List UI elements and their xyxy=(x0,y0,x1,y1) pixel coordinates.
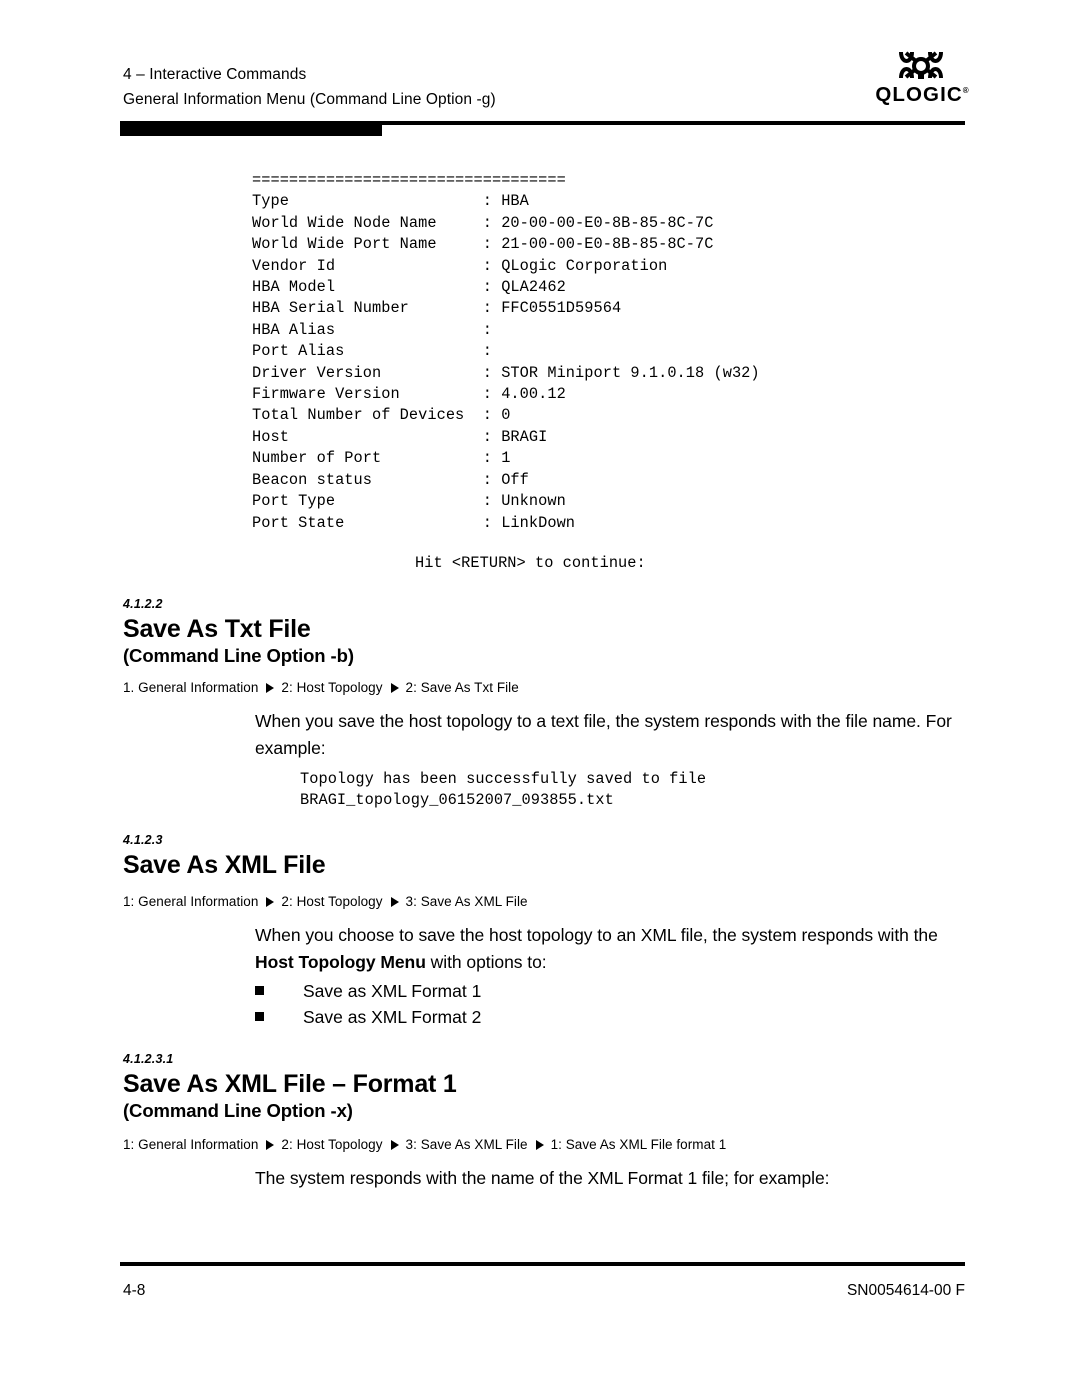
header-chapter-line: 4 – Interactive Commands xyxy=(123,66,307,83)
host-topology-menu-bold: Host Topology Menu xyxy=(255,952,426,972)
qlogic-symbol-icon xyxy=(898,50,944,80)
breadcrumb-separator-icon xyxy=(390,894,399,912)
breadcrumb-segment: 2: Save As Txt File xyxy=(405,680,519,695)
section-number-4122: 4.1.2.2 xyxy=(123,597,163,611)
breadcrumb-segment: 1: General Information xyxy=(123,894,259,909)
breadcrumb-separator-icon xyxy=(266,680,275,698)
hit-return-prompt: Hit <RETURN> to continue: xyxy=(415,554,646,572)
breadcrumb-separator-icon xyxy=(390,1137,399,1155)
header-tab-marker xyxy=(120,121,382,136)
document-page: 4 – Interactive Commands General Informa… xyxy=(0,0,1080,1397)
section-subtitle-4122: (Command Line Option -b) xyxy=(123,645,354,666)
breadcrumb-separator-icon xyxy=(266,894,275,912)
bullet-label: Save as XML Format 1 xyxy=(303,981,482,1001)
section-title-save-as-xml-file: Save As XML File xyxy=(123,851,326,879)
square-bullet-icon xyxy=(255,986,264,995)
breadcrumb-separator-icon xyxy=(535,1137,544,1155)
section-number-4123: 4.1.2.3 xyxy=(123,833,163,847)
page-header: 4 – Interactive Commands General Informa… xyxy=(123,62,496,112)
breadcrumb-segment: 1. General Information xyxy=(123,680,259,695)
breadcrumb-separator-icon xyxy=(266,1137,275,1155)
header-section-line: General Information Menu (Command Line O… xyxy=(123,91,496,108)
bullet-label: Save as XML Format 2 xyxy=(303,1007,482,1027)
section-title-save-as-xml-format-1: Save As XML File – Format 1 xyxy=(123,1070,457,1098)
footer-rule xyxy=(120,1262,965,1266)
section-number-41231: 4.1.2.3.1 xyxy=(123,1052,174,1066)
breadcrumb-segment: 1: General Information xyxy=(123,1137,259,1152)
qlogic-logo: QLOGIC® xyxy=(872,50,972,112)
qlogic-wordmark: QLOGIC® xyxy=(875,82,969,106)
registered-mark: ® xyxy=(962,86,969,95)
breadcrumb-4122: 1. General Information 2: Host Topology 2:… xyxy=(123,679,519,697)
paragraph-text-part1: When you choose to save the host topolog… xyxy=(255,925,938,945)
paragraph-save-txt: When you save the host topology to a tex… xyxy=(255,711,952,758)
square-bullet-icon xyxy=(255,1012,264,1021)
breadcrumb-segment: 2: Host Topology xyxy=(281,680,383,695)
section-title-save-as-txt-file: Save As Txt File xyxy=(123,615,311,643)
page-number: 4-8 xyxy=(123,1282,146,1299)
paragraph-text-part2: with options to: xyxy=(425,952,547,972)
breadcrumb-4123: 1: General Information 2: Host Topology 3:… xyxy=(123,893,528,911)
breadcrumb-segment: 2: Host Topology xyxy=(281,894,383,909)
breadcrumb-41231: 1: General Information 2: Host Topology 3:… xyxy=(123,1136,726,1154)
breadcrumb-segment: 1: Save As XML File format 1 xyxy=(550,1137,727,1152)
terminal-output: ================================== Type … xyxy=(252,171,760,532)
breadcrumb-segment: 2: Host Topology xyxy=(281,1137,383,1152)
paragraph-save-xml: When you choose to save the host topolog… xyxy=(255,922,955,976)
document-id: SN0054614-00 F xyxy=(846,1282,965,1299)
code-block-txt-filename: Topology has been successfully saved to … xyxy=(300,770,707,810)
paragraph-xml-format-1: The system responds with the name of the… xyxy=(255,1168,830,1188)
breadcrumb-segment: 3: Save As XML File xyxy=(405,1137,528,1152)
section-subtitle-41231: (Command Line Option -x) xyxy=(123,1100,353,1121)
breadcrumb-separator-icon xyxy=(390,680,399,698)
breadcrumb-segment: 3: Save As XML File xyxy=(405,894,528,909)
